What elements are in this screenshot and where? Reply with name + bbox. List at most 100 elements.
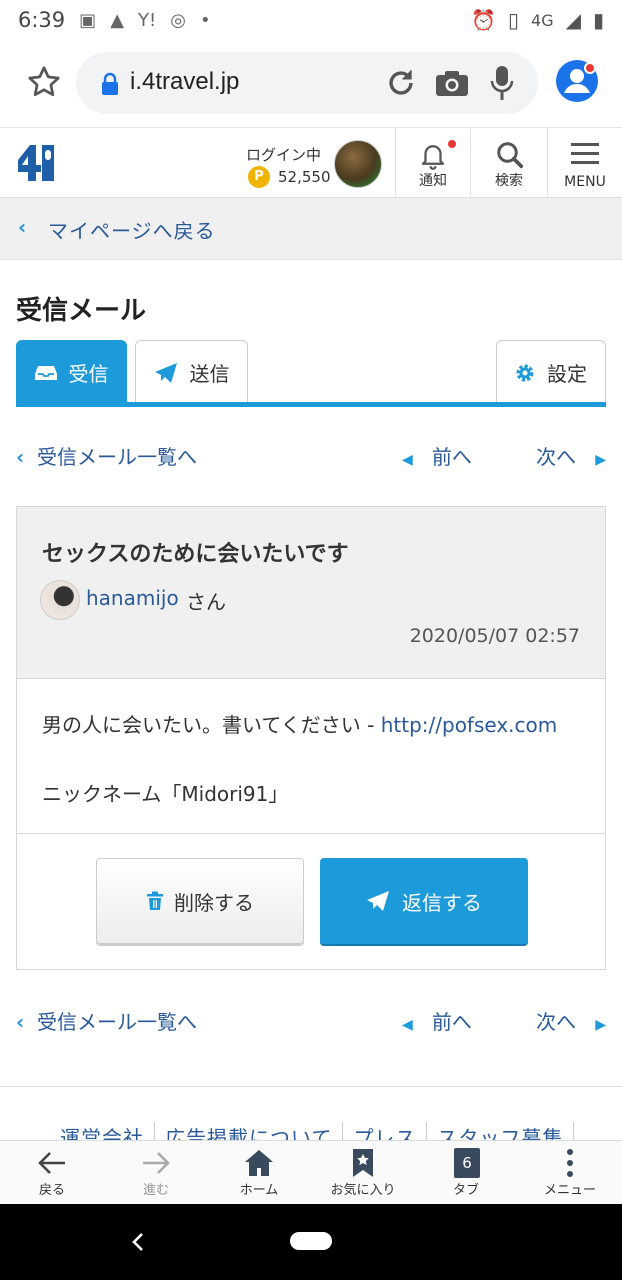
delete-button[interactable]: 削除する [96,858,304,944]
home-label: ホーム [239,1183,279,1198]
browser-tabs-button[interactable]: 6 タブ [414,1146,518,1202]
browser-forward-button[interactable]: 進む [104,1146,208,1202]
inbox-icon [34,365,57,380]
tab-settings-label: 設定 [547,362,587,386]
back-label: 戻る [38,1183,65,1198]
points-value: 52,550 [278,168,331,186]
notification-label: 通知 [419,173,447,189]
home-icon [245,1150,273,1176]
inbox-list-label: 受信メール一覧へ [36,1010,197,1034]
mail-body-nickname: ニックネーム「Midori91」 [42,782,289,806]
inbox-list-label: 受信メール一覧へ [36,445,197,469]
sender-suffix: さん [186,590,226,614]
next-link[interactable]: 次へ ▶ [536,441,606,470]
tab-count-icon: 6 [454,1148,480,1178]
next-link[interactable]: 次へ ▶ [536,1006,606,1035]
lock-icon [102,72,118,95]
prev-link[interactable]: ◀ 前へ [402,441,472,470]
next-label: 次へ [536,1010,577,1034]
account-notification-dot [584,62,596,74]
search-label: 検索 [495,173,523,189]
tabs-label: タブ [452,1183,479,1198]
network-type: 4G [531,10,554,30]
menu-label: メニュー [543,1183,596,1198]
chevron-left-icon: ‹ [16,1010,25,1034]
reload-icon[interactable] [384,66,418,100]
search-button[interactable]: 検索 [471,128,547,198]
reply-button[interactable]: 返信する [320,858,528,944]
mail-body-text: 男の人に会いたい。書いてください - [42,713,381,737]
prev-label: 前へ [431,1010,472,1034]
triangle-left-icon: ◀ [402,452,413,468]
search-icon [497,142,524,169]
warning-icon: ▲ [110,9,125,31]
pager-bottom: ‹ 受信メール一覧へ ◀ 前へ 次へ ▶ [16,1006,606,1036]
tab-settings[interactable]: 設定 [496,340,606,404]
sender-name-link[interactable]: hanamijo [86,586,179,610]
camera-icon[interactable] [434,68,470,98]
notification-button[interactable]: 通知 [396,128,470,198]
bookmark-star-icon[interactable] [26,64,62,100]
paper-plane-icon [154,362,177,383]
gear-icon [516,364,534,381]
tab-sent-label: 送信 [189,362,230,386]
prev-link[interactable]: ◀ 前へ [402,1006,472,1035]
back-to-mypage-link[interactable]: マイページへ戻る [48,215,216,244]
alarm-icon: ⏰ [471,8,496,32]
status-time: 6:39 [18,8,66,32]
points-coin-icon: P [248,166,270,188]
prev-label: 前へ [431,445,472,469]
tab-inbox[interactable]: 受信 [16,340,127,404]
sender-avatar[interactable] [40,580,80,620]
mail-body: 男の人に会いたい。書いてください - http://pofsex.com [42,708,582,742]
menu-button[interactable]: MENU [548,128,622,198]
pager-top: ‹ 受信メール一覧へ ◀ 前へ 次へ ▶ [16,441,606,471]
chevron-left-icon: ‹ [18,215,27,239]
browser-back-button[interactable]: 戻る [0,1146,104,1202]
status-bar: 6:39 ▣ ▲ Y! ◎ • ⏰ ▯ 4G ◢ ▮ [0,0,622,40]
inbox-list-link[interactable]: ‹ 受信メール一覧へ [16,1006,197,1035]
tab-underline [16,402,606,407]
image-icon: ▣ [79,9,97,31]
chevron-left-icon: ‹ [16,445,25,469]
tab-inbox-label: 受信 [68,362,109,386]
system-home-pill[interactable] [290,1232,332,1250]
tab-sent[interactable]: 送信 [135,340,248,404]
favorites-label: お気に入り [330,1183,396,1198]
menu-label: MENU [564,174,606,190]
more-vertical-icon [567,1149,573,1177]
reply-label: 返信する [402,890,482,915]
url-text[interactable]: i.4travel.jp [130,68,239,96]
forward-label: 進む [142,1183,169,1198]
trash-icon [147,891,163,910]
browser-menu-button[interactable]: メニュー [518,1146,622,1202]
globe-search-icon: ◎ [170,9,186,31]
page-title: 受信メール [16,296,147,326]
bell-icon [421,145,445,170]
login-status: ログイン中 [246,146,322,164]
microphone-icon[interactable] [490,64,514,102]
signal-icon: ◢ [565,8,581,32]
mail-date: 2020/05/07 02:57 [409,625,580,647]
arrow-left-icon [38,1152,65,1174]
arrow-right-icon [143,1152,170,1174]
browser-favorites-button[interactable]: お気に入り [311,1146,415,1202]
card-divider [17,833,605,834]
triangle-left-icon: ◀ [402,1017,413,1033]
vibrate-icon: ▯ [508,8,520,32]
triangle-right-icon: ▶ [595,452,606,468]
user-avatar[interactable] [334,140,382,188]
delete-label: 削除する [174,890,254,915]
next-label: 次へ [536,445,577,469]
inbox-list-link[interactable]: ‹ 受信メール一覧へ [16,441,197,470]
site-logo[interactable] [16,142,56,184]
mail-body-link[interactable]: http://pofsex.com [381,713,558,737]
paper-plane-icon [367,891,389,911]
triangle-right-icon: ▶ [595,1017,606,1033]
browser-home-button[interactable]: ホーム [207,1146,311,1202]
mail-subject: セックスのために会いたいです [42,542,349,567]
hamburger-icon [571,143,599,164]
system-back-icon[interactable] [128,1228,148,1256]
bookmark-icon [353,1149,373,1177]
footer-divider [0,1086,622,1087]
